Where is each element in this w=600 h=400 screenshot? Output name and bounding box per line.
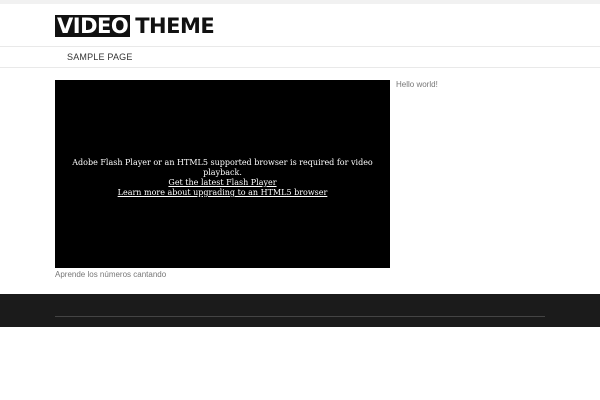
site-header: VIDEO THEME (0, 4, 600, 47)
video-fallback-message: Adobe Flash Player or an HTML5 supported… (72, 158, 373, 177)
video-caption: Aprende los números cantando (55, 270, 167, 279)
logo-theme-text: THEME (135, 14, 215, 38)
video-player[interactable]: Adobe Flash Player or an HTML5 supported… (55, 80, 390, 268)
site-logo[interactable]: VIDEO THEME (55, 14, 215, 38)
site-footer (0, 294, 600, 327)
html5-browser-link[interactable]: Learn more about upgrading to an HTML5 b… (55, 188, 390, 198)
video-fallback-message-block: Adobe Flash Player or an HTML5 supported… (55, 158, 390, 198)
flash-player-link[interactable]: Get the latest Flash Player (55, 178, 390, 188)
nav-item-sample-page[interactable]: SAMPLE PAGE (67, 52, 133, 62)
footer-divider (55, 316, 545, 317)
main-navigation: SAMPLE PAGE (0, 47, 600, 68)
sidebar-post-link[interactable]: Hello world! (396, 80, 438, 89)
logo-video-box: VIDEO (55, 14, 131, 38)
